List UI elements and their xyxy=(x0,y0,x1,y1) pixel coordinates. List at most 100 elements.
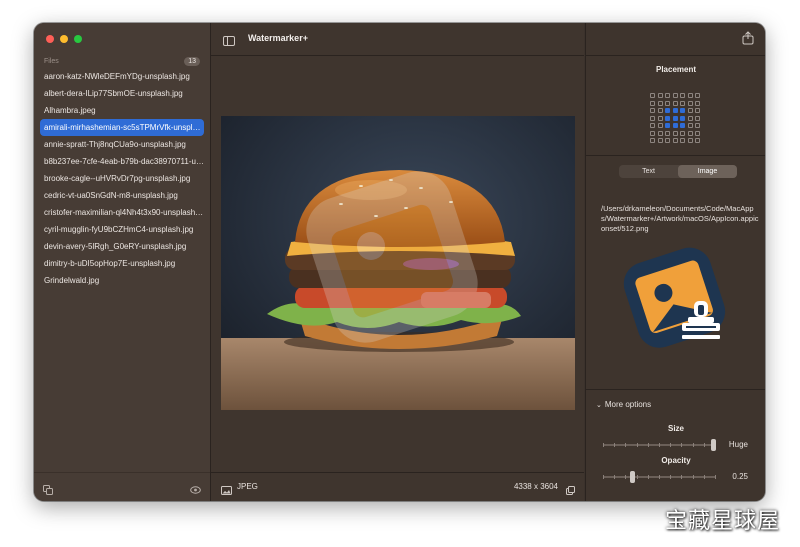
slider-thumb[interactable] xyxy=(711,439,716,451)
placement-cell[interactable] xyxy=(665,93,670,98)
placement-cell[interactable] xyxy=(695,130,700,136)
placement-cell[interactable] xyxy=(650,108,655,113)
photo-preview[interactable] xyxy=(221,116,575,410)
copy-icon[interactable] xyxy=(566,482,575,500)
opacity-label: Opacity xyxy=(661,456,691,465)
eye-icon[interactable] xyxy=(190,482,201,500)
file-list-item[interactable]: devin-avery-5lRgh_G0eRY-unsplash.jpg xyxy=(40,238,204,255)
file-list: aaron-katz-NWleDEFmYDg-unsplash.jpg alber… xyxy=(40,68,204,289)
main-area: Watermarker+ JPEG 4338 x 3604 xyxy=(211,23,584,501)
placement-cell[interactable] xyxy=(695,93,700,98)
placement-cell[interactable] xyxy=(657,138,663,143)
file-list-item[interactable]: aaron-katz-NWleDEFmYDg-unsplash.jpg xyxy=(40,68,204,85)
placement-cell[interactable] xyxy=(657,130,663,136)
inspector-toolbar xyxy=(586,23,765,56)
placement-cell[interactable] xyxy=(680,138,685,143)
placement-grid[interactable] xyxy=(650,93,702,145)
placement-cell[interactable] xyxy=(695,123,700,128)
file-list-item[interactable]: cyril-mugglin-fyU9bCZHmC4-unsplash.jpg xyxy=(40,221,204,238)
file-list-item[interactable]: cristofer-maximilian-ql4Nh4t3x90-unsplas… xyxy=(40,204,204,221)
placement-cell[interactable] xyxy=(650,100,655,106)
watermark-image-preview[interactable] xyxy=(622,247,732,357)
slider-thumb[interactable] xyxy=(630,471,635,483)
slider-tick xyxy=(681,475,682,479)
sidebar-footer xyxy=(34,472,210,501)
placement-cell[interactable] xyxy=(680,115,685,121)
placement-cell[interactable] xyxy=(650,115,655,121)
placement-cell[interactable] xyxy=(680,130,685,136)
placement-cell[interactable] xyxy=(687,93,693,98)
slider-tick xyxy=(625,475,626,479)
watermark-type-segmented-control[interactable]: Text Image xyxy=(619,165,737,178)
placement-cell[interactable] xyxy=(672,108,678,113)
tab-image[interactable]: Image xyxy=(678,165,737,178)
placement-cell[interactable] xyxy=(687,115,693,121)
file-list-item[interactable]: cedric-vt-ua0SnGdN-m8-unsplash.jpg xyxy=(40,187,204,204)
file-list-item[interactable]: Alhambra.jpeg xyxy=(40,102,204,119)
placement-cell[interactable] xyxy=(665,100,670,106)
placement-cell[interactable] xyxy=(657,115,663,121)
opacity-slider[interactable] xyxy=(603,471,716,483)
placement-cell[interactable] xyxy=(680,100,685,106)
placement-cell[interactable] xyxy=(695,115,700,121)
placement-cell[interactable] xyxy=(657,93,663,98)
placement-cell[interactable] xyxy=(657,100,663,106)
window-controls xyxy=(46,35,82,43)
placement-cell[interactable] xyxy=(687,138,693,143)
placement-cell[interactable] xyxy=(665,108,670,113)
placement-cell[interactable] xyxy=(650,123,655,128)
placement-cell[interactable] xyxy=(665,115,670,121)
file-list-item[interactable]: dimitry-b-uDI5opHop7E-unsplash.jpg xyxy=(40,255,204,272)
placement-cell[interactable] xyxy=(672,115,678,121)
file-list-item[interactable]: b8b237ee-7cfe-4eab-b79b-dac38970711-unsp… xyxy=(40,153,204,170)
placement-cell[interactable] xyxy=(657,108,663,113)
placement-cell[interactable] xyxy=(672,93,678,98)
minimize-window-button[interactable] xyxy=(60,35,68,43)
placement-cell[interactable] xyxy=(680,93,685,98)
slider-tick xyxy=(704,443,705,447)
share-icon[interactable] xyxy=(742,31,754,50)
placement-cell[interactable] xyxy=(650,138,655,143)
files-count-badge: 13 xyxy=(184,57,200,66)
close-window-button[interactable] xyxy=(46,35,54,43)
placement-cell[interactable] xyxy=(695,100,700,106)
placement-cell[interactable] xyxy=(695,138,700,143)
slider-tick xyxy=(693,443,694,447)
sidebar-toggle-icon[interactable] xyxy=(223,33,235,51)
file-list-item[interactable]: Grindelwald.jpg xyxy=(40,272,204,289)
size-slider[interactable] xyxy=(603,439,716,451)
placement-cell[interactable] xyxy=(657,123,663,128)
file-list-item[interactable]: brooke-cagle--uHVRvDr7pg-unsplash.jpg xyxy=(40,170,204,187)
placement-cell[interactable] xyxy=(680,108,685,113)
placement-cell[interactable] xyxy=(687,108,693,113)
placement-cell[interactable] xyxy=(672,130,678,136)
placement-cell[interactable] xyxy=(665,123,670,128)
more-options-disclosure[interactable]: ⌄ More options xyxy=(596,400,651,409)
file-list-item[interactable]: albert-dera-ILip77SbmOE-unsplash.jpg xyxy=(40,85,204,102)
placement-cell[interactable] xyxy=(687,123,693,128)
slider-tick xyxy=(659,443,660,447)
placement-cell[interactable] xyxy=(687,100,693,106)
placement-cell[interactable] xyxy=(672,100,678,106)
placement-cell[interactable] xyxy=(695,108,700,113)
duplicate-icon[interactable] xyxy=(43,482,53,500)
file-list-item[interactable]: annie-spratt-Thj8nqCUa9o-unsplash.jpg xyxy=(40,136,204,153)
preview-canvas xyxy=(211,56,584,471)
file-list-item[interactable]: amirali-mirhashemian-sc5sTPMrVfk-unsplas… xyxy=(40,119,204,136)
slider-tick xyxy=(693,475,694,479)
placement-cell[interactable] xyxy=(687,130,693,136)
slider-tick xyxy=(681,443,682,447)
placement-cell[interactable] xyxy=(672,123,678,128)
zoom-window-button[interactable] xyxy=(74,35,82,43)
slider-tick xyxy=(603,475,604,479)
placement-cell[interactable] xyxy=(665,130,670,136)
placement-cell[interactable] xyxy=(665,138,670,143)
placement-cell[interactable] xyxy=(650,130,655,136)
tab-text[interactable]: Text xyxy=(619,165,678,178)
placement-cell[interactable] xyxy=(650,93,655,98)
placement-cell[interactable] xyxy=(680,123,685,128)
placement-cell[interactable] xyxy=(672,138,678,143)
size-value: Huge xyxy=(728,440,748,449)
slider-tick xyxy=(614,475,615,479)
inspector-panel: Placement Text Image /Users/drkameleon/Do… xyxy=(585,23,765,501)
